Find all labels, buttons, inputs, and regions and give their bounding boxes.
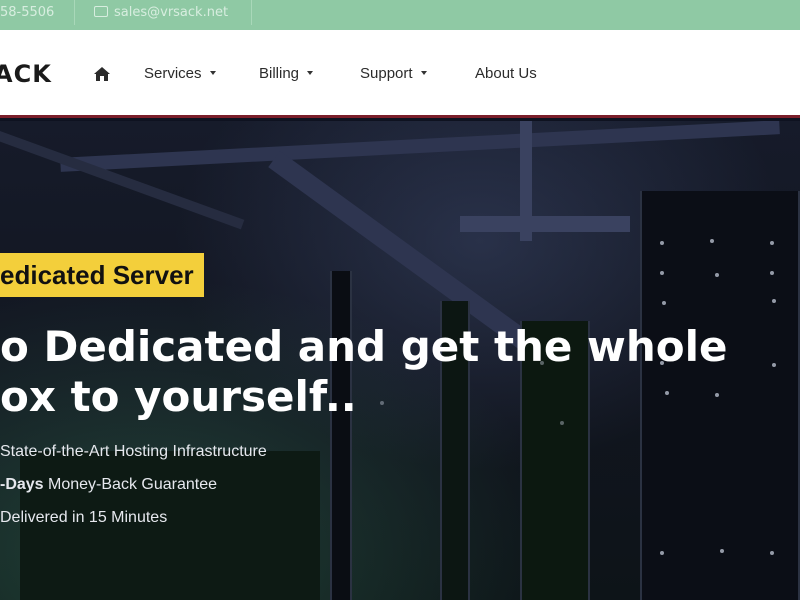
- nav-billing[interactable]: Billing: [259, 65, 314, 82]
- ceiling-beam: [460, 216, 630, 232]
- server-led: [770, 241, 774, 245]
- feature-text: Money-Back Guarantee: [43, 476, 217, 493]
- feature-item: Delivered in 15 Minutes: [0, 509, 167, 527]
- nav-about-us[interactable]: About Us: [475, 65, 537, 82]
- nav-services-label: Services: [144, 65, 202, 82]
- email-link[interactable]: sales@vrsack.net: [94, 0, 228, 25]
- chevron-down-icon: [307, 71, 314, 75]
- nav-about-us-label: About Us: [475, 65, 537, 82]
- main-navigation: ACK Services Billing Support About Us: [0, 30, 800, 118]
- site-logo[interactable]: ACK: [0, 60, 52, 88]
- headline-line-2: ox to yourself..: [0, 372, 357, 421]
- divider: [251, 0, 252, 25]
- server-led: [772, 299, 776, 303]
- feature-text: State-of-the-Art Hosting Infrastructure: [0, 443, 267, 460]
- phone-number[interactable]: 58-5506: [0, 0, 54, 25]
- feature-text: Delivered in 15 Minutes: [0, 509, 168, 526]
- ceiling-beam: [0, 131, 245, 230]
- chevron-down-icon: [420, 71, 427, 75]
- nav-support-label: Support: [360, 65, 413, 82]
- server-led: [720, 549, 724, 553]
- server-led: [660, 241, 664, 245]
- nav-services[interactable]: Services: [144, 65, 216, 82]
- feature-item: -Days Money-Back Guarantee: [0, 476, 217, 494]
- feature-bold: -Days: [0, 476, 44, 493]
- nav-billing-label: Billing: [259, 65, 300, 82]
- server-led: [770, 271, 774, 275]
- headline-line-1: o Dedicated and get the whole: [0, 322, 728, 371]
- mail-icon: [94, 6, 108, 17]
- server-led: [660, 271, 664, 275]
- ceiling-beam: [60, 121, 780, 172]
- server-led: [715, 273, 719, 277]
- server-led: [710, 239, 714, 243]
- feature-item: State-of-the-Art Hosting Infrastructure: [0, 443, 267, 461]
- ceiling-beam: [520, 121, 532, 241]
- contact-bar: 58-5506 sales@vrsack.net: [0, 0, 800, 30]
- product-badge: edicated Server: [0, 253, 204, 297]
- divider: [74, 0, 75, 25]
- email-text: sales@vrsack.net: [114, 5, 229, 20]
- server-led: [770, 551, 774, 555]
- home-icon[interactable]: [93, 66, 111, 82]
- nav-support[interactable]: Support: [360, 65, 427, 82]
- server-led: [772, 363, 776, 367]
- hero-headline: o Dedicated and get the whole ox to your…: [0, 322, 760, 422]
- server-rack: [330, 271, 352, 600]
- server-led: [660, 551, 664, 555]
- chevron-down-icon: [209, 71, 216, 75]
- server-led: [662, 301, 666, 305]
